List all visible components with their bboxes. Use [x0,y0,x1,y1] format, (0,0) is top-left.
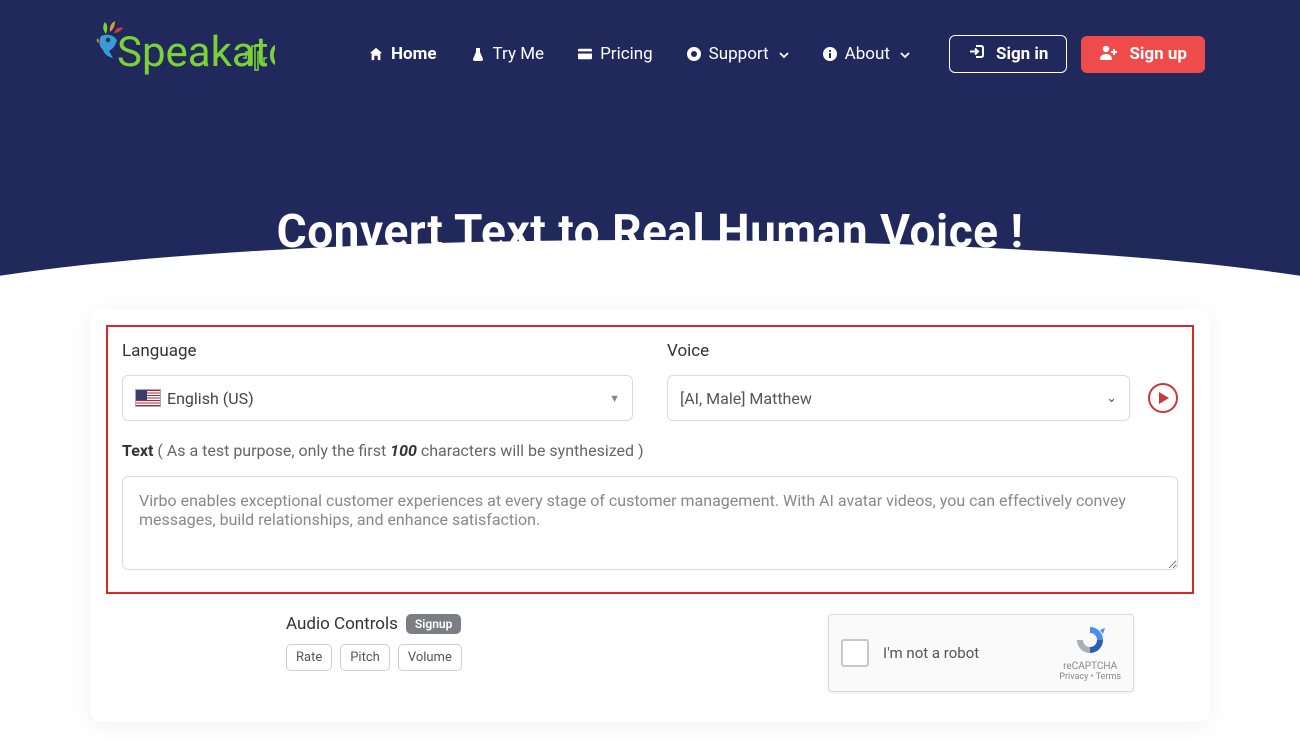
text-label: Text ( As a test purpose, only the first… [122,441,1178,460]
nav-links: Home Try Me Pricing Support [369,44,910,64]
language-field: Language English (US) ▼ [122,341,633,421]
top-nav: Speakatoo Home Try Me [0,0,1300,130]
signin-label: Sign in [996,44,1048,64]
nav-label: About [845,44,890,64]
chevron-down-icon: ▼ [609,392,620,405]
recaptcha-brand: reCAPTCHA [1059,661,1121,672]
signin-button[interactable]: Sign in [949,35,1067,73]
card-icon [578,47,592,61]
voice-select-native[interactable]: [AI, Male] Matthew [680,376,1117,420]
signin-icon [968,44,986,64]
pitch-chip[interactable]: Pitch [340,644,390,671]
tts-card: Language English (US) ▼ Voice [90,309,1210,722]
voice-field: Voice [AI, Male] Matthew ⌄ [667,341,1178,421]
signup-button[interactable]: Sign up [1081,36,1205,73]
text-input[interactable]: Virbo enables exceptional customer exper… [122,476,1178,570]
voice-label: Voice [667,341,1178,361]
logo[interactable]: Speakatoo [95,18,275,90]
home-icon [369,47,383,61]
nav-label: Home [391,44,437,64]
recaptcha-icon [1072,624,1108,656]
info-icon [823,47,837,61]
recaptcha: I'm not a robot reCAPTCHA Privacy • Term… [828,614,1134,692]
user-plus-icon [1099,44,1119,65]
recaptcha-links[interactable]: Privacy • Terms [1059,672,1121,682]
voice-select[interactable]: [AI, Male] Matthew ⌄ [667,375,1130,421]
play-icon [1158,391,1170,405]
us-flag-icon [135,389,161,407]
chevron-down-icon [900,44,910,64]
nav-support[interactable]: Support [687,44,789,64]
language-value: English (US) [167,389,254,408]
nav-home[interactable]: Home [369,44,437,64]
signup-badge[interactable]: Signup [406,614,461,634]
chevron-down-icon [779,44,789,64]
nav-label: Support [709,44,769,64]
nav-tryme[interactable]: Try Me [471,44,545,64]
flask-icon [471,47,485,61]
highlighted-form: Language English (US) ▼ Voice [106,325,1194,594]
recaptcha-label: I'm not a robot [883,644,1059,662]
nav-pricing[interactable]: Pricing [578,44,653,64]
language-select[interactable]: English (US) ▼ [122,375,633,421]
language-label: Language [122,341,633,361]
recaptcha-checkbox[interactable] [841,639,869,667]
nav-about[interactable]: About [823,44,910,64]
nav-label: Try Me [493,44,545,64]
audio-controls: Audio Controls Signup Rate Pitch Volume [286,614,462,671]
play-button[interactable] [1148,383,1178,413]
help-icon [687,47,701,61]
nav-label: Pricing [600,44,653,64]
page-headline: Convert Text to Real Human Voice ! [0,205,1300,259]
volume-chip[interactable]: Volume [398,644,462,671]
audio-controls-title: Audio Controls [286,614,398,634]
rate-chip[interactable]: Rate [286,644,332,671]
signup-label: Sign up [1129,44,1187,64]
